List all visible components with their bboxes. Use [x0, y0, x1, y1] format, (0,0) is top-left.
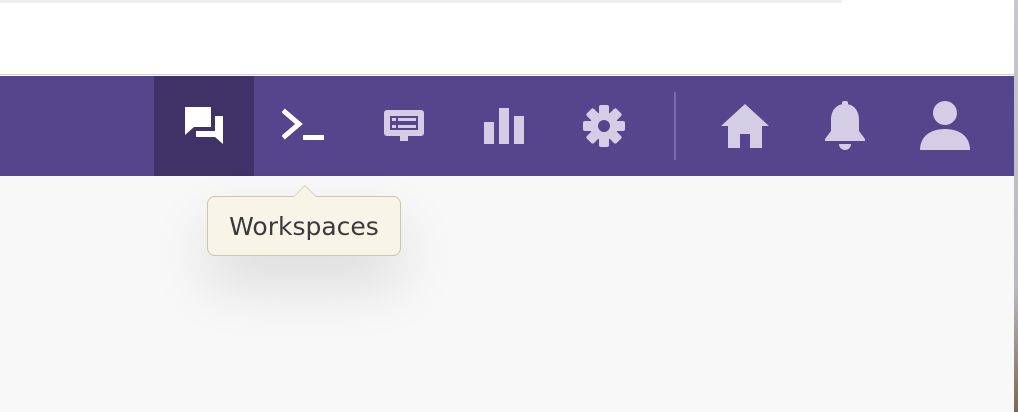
nav-separator — [674, 92, 676, 160]
bar-chart-icon — [484, 108, 524, 144]
nav-item-presentations[interactable] — [354, 76, 454, 176]
main-navbar — [0, 76, 1014, 176]
main-content — [0, 176, 1014, 412]
tooltip: Workspaces — [207, 185, 401, 256]
window-edge — [1014, 0, 1018, 412]
chat-icon — [185, 107, 223, 144]
nav-item-notifications[interactable] — [795, 76, 895, 176]
tooltip-arrow — [293, 185, 317, 197]
terminal-icon — [282, 108, 324, 140]
top-divider — [0, 74, 1014, 75]
top-strip — [0, 0, 842, 3]
top-area — [0, 0, 1014, 75]
nav-item-settings[interactable] — [554, 76, 654, 176]
nav-item-home[interactable] — [695, 76, 795, 176]
nav-item-terminal[interactable] — [254, 76, 354, 176]
home-icon — [721, 104, 769, 148]
user-icon — [920, 101, 970, 150]
nav-item-user[interactable] — [895, 76, 995, 176]
bell-icon — [825, 101, 865, 150]
gear-icon — [583, 105, 625, 147]
nav-item-stats[interactable] — [454, 76, 554, 176]
tooltip-text: Workspaces — [229, 211, 379, 241]
nav-item-workspaces[interactable] — [154, 76, 254, 176]
presentation-icon — [384, 110, 424, 141]
